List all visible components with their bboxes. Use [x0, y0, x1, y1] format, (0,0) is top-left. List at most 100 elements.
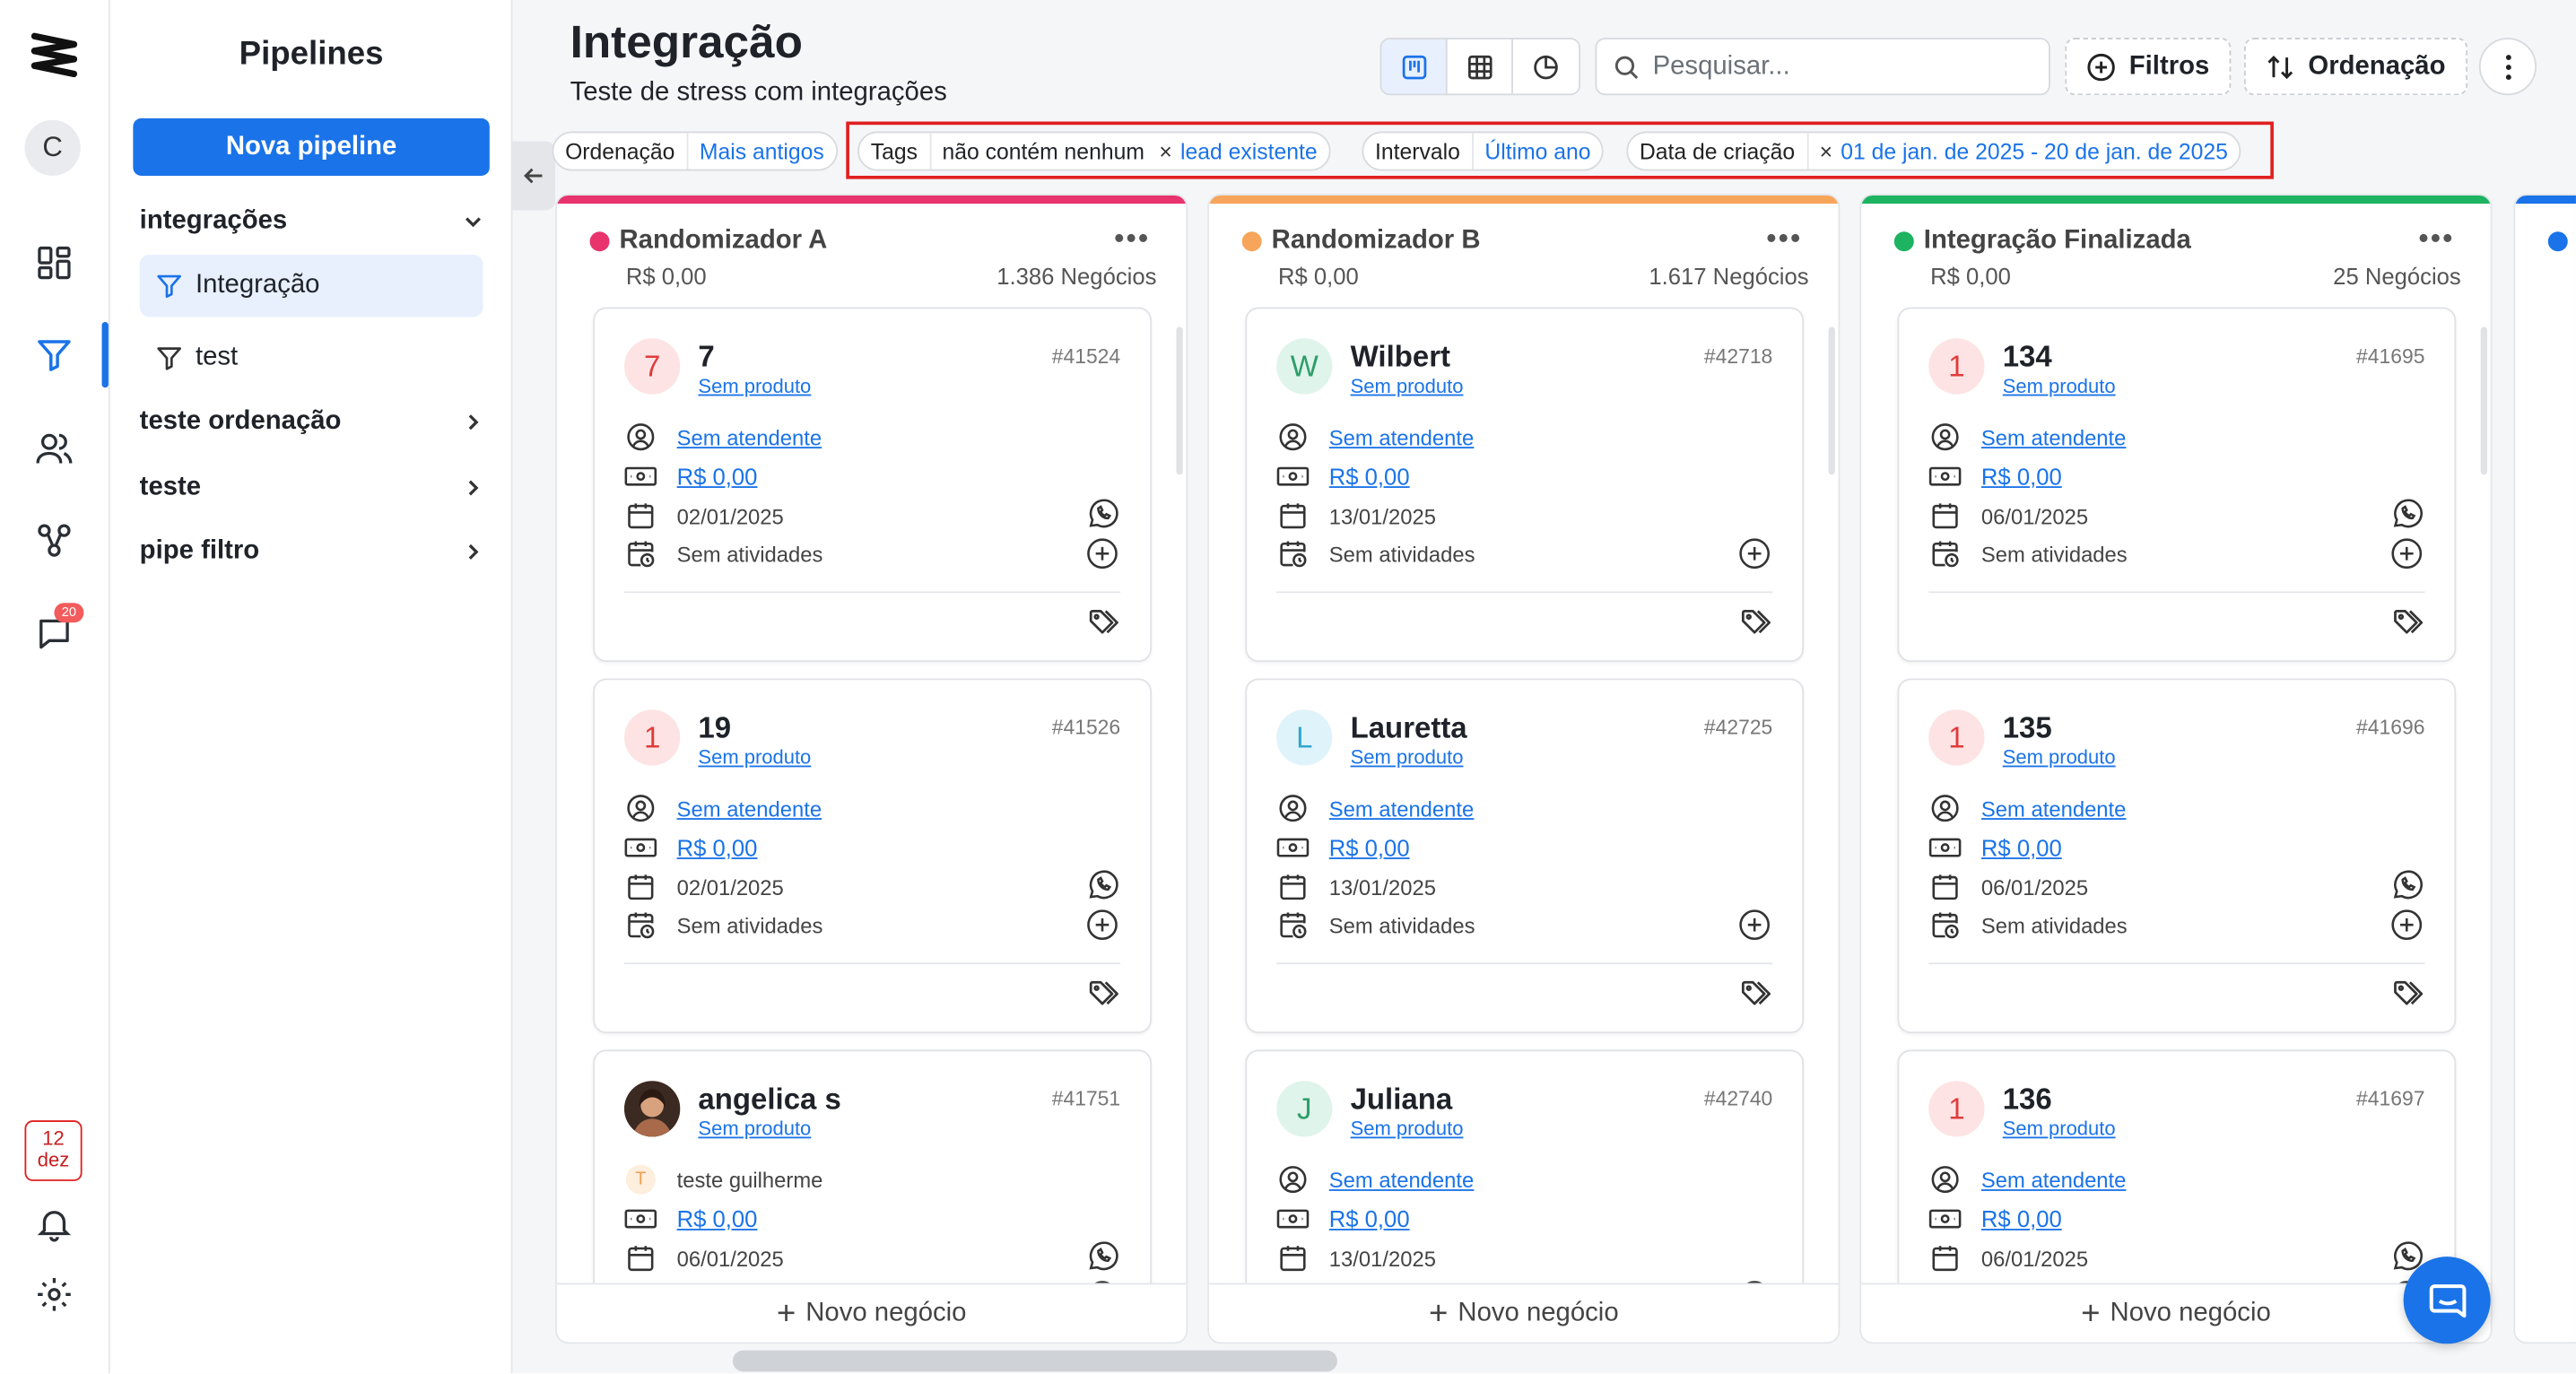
new-deal-label: Novo negócio: [805, 1298, 967, 1327]
tags-icon[interactable]: [2392, 608, 2428, 646]
deal-value-link[interactable]: R$ 0,00: [1981, 1205, 2062, 1231]
deal-agent-link[interactable]: Sem atendente: [1329, 424, 1475, 448]
deal-product-link[interactable]: Sem produto: [698, 375, 811, 398]
deal-agent-link[interactable]: Sem atendente: [1981, 796, 2127, 820]
deal-product-link[interactable]: Sem produto: [698, 746, 811, 770]
search-input[interactable]: [1652, 51, 2031, 82]
column-menu-icon[interactable]: •••: [1766, 223, 1802, 253]
column-menu-icon[interactable]: •••: [1114, 223, 1150, 253]
collapse-sidebar-button[interactable]: [512, 141, 556, 211]
deal-agent-link[interactable]: Sem atendente: [1329, 796, 1475, 820]
tags-icon[interactable]: [2392, 979, 2428, 1017]
deal-product-link[interactable]: Sem produto: [698, 1117, 811, 1140]
new-deal-button[interactable]: + Novo negócio: [1861, 1283, 2491, 1343]
horizontal-scrollbar[interactable]: [732, 1350, 1337, 1372]
deal-value-link[interactable]: R$ 0,00: [677, 464, 758, 490]
whatsapp-icon[interactable]: [1084, 1239, 1120, 1274]
deal-card[interactable]: 7 7 Sem produto #41524 Sem atendente R$ 0,00 0…: [593, 307, 1152, 663]
deal-product-link[interactable]: Sem produto: [2003, 1117, 2116, 1140]
deal-agent-link[interactable]: Sem atendente: [677, 424, 822, 448]
group-integracoes[interactable]: integrações: [140, 202, 485, 241]
deal-value-link[interactable]: R$ 0,00: [1981, 464, 2062, 490]
deal-value-link[interactable]: R$ 0,00: [1329, 1205, 1410, 1231]
whatsapp-icon[interactable]: [2389, 867, 2424, 903]
add-activity-icon[interactable]: [1084, 907, 1120, 943]
card-divider: [1276, 591, 1773, 594]
deal-product-link[interactable]: Sem produto: [1351, 375, 1464, 398]
deal-agent-link[interactable]: Sem atendente: [677, 796, 822, 820]
deal-value-link[interactable]: R$ 0,00: [677, 834, 758, 860]
deal-date: 06/01/2025: [1980, 503, 2089, 528]
deal-agent-link[interactable]: Sem atendente: [1981, 424, 2127, 448]
filter-chip-ordenacao[interactable]: Ordenação Mais antigos: [552, 131, 838, 171]
add-activity-icon[interactable]: [2389, 535, 2424, 571]
deal-value-link[interactable]: R$ 0,00: [1329, 464, 1410, 490]
calendar-icon: [624, 500, 657, 533]
group-pipe-filtro[interactable]: pipe filtro: [140, 532, 485, 571]
whatsapp-icon[interactable]: [2389, 496, 2424, 532]
calendar-date-badge[interactable]: 12 dez: [24, 1120, 83, 1181]
table-view-button[interactable]: [1448, 39, 1513, 94]
new-deal-button[interactable]: + Novo negócio: [556, 1283, 1187, 1343]
tags-icon[interactable]: [1740, 979, 1776, 1017]
support-chat-button[interactable]: [2403, 1257, 2491, 1344]
tags-icon[interactable]: [1088, 608, 1124, 646]
deal-card[interactable]: 1 19 Sem produto #41526 Sem atendente R$ 0,00…: [593, 678, 1152, 1034]
integrations-icon[interactable]: [30, 516, 79, 565]
new-pipeline-button[interactable]: Nova pipeline: [133, 117, 490, 176]
deal-value-link[interactable]: R$ 0,00: [1981, 834, 2062, 860]
deal-card[interactable]: 1 136 Sem produto #41697 Sem atendente R$ 0,0…: [1897, 1049, 2457, 1293]
deal-value-link[interactable]: R$ 0,00: [677, 1205, 758, 1231]
search-box[interactable]: [1595, 38, 2050, 96]
column-scrollbar[interactable]: [2480, 326, 2488, 475]
pipeline-filter-icon[interactable]: [30, 330, 79, 379]
filters-button[interactable]: Filtros: [2065, 38, 2232, 96]
deal-card[interactable]: angelica s Sem produto #41751 Tteste guilhe…: [593, 1049, 1152, 1293]
group-teste-ordenacao[interactable]: teste ordenação: [140, 403, 485, 442]
tags-icon[interactable]: [1740, 608, 1776, 646]
whatsapp-icon[interactable]: [1084, 867, 1120, 903]
deal-product-link[interactable]: Sem produto: [2003, 375, 2116, 398]
column-scrollbar[interactable]: [1176, 326, 1183, 475]
new-deal-button[interactable]: + Novo negócio: [1209, 1283, 1839, 1343]
deal-date-row: 13/01/2025: [1276, 500, 1436, 533]
group-teste[interactable]: teste: [140, 468, 485, 508]
column-header: Randomizador B ••• R$ 0,00 1.617 Negócios: [1241, 223, 1809, 289]
chart-view-button[interactable]: [1513, 39, 1579, 93]
deal-card[interactable]: L Lauretta Sem produto #42725 Sem atendente R…: [1245, 678, 1805, 1034]
deal-date-row: 13/01/2025: [1276, 871, 1436, 904]
money-icon: [624, 1203, 657, 1236]
deal-agent-link[interactable]: Sem atendente: [1981, 1167, 2127, 1191]
sidebar-item-integracao[interactable]: Integração: [139, 254, 483, 317]
whatsapp-icon[interactable]: [1084, 496, 1120, 532]
add-activity-icon[interactable]: [1736, 907, 1772, 943]
tags-icon[interactable]: [1088, 979, 1124, 1017]
deal-card[interactable]: 1 135 Sem produto #41696 Sem atendente R$ 0,0…: [1897, 678, 2457, 1034]
sort-button[interactable]: Ordenação: [2243, 38, 2467, 96]
deal-product-link[interactable]: Sem produto: [1351, 1117, 1464, 1140]
gear-icon[interactable]: [30, 1270, 79, 1319]
dashboard-icon[interactable]: [30, 239, 79, 288]
deal-avatar: 1: [624, 709, 681, 766]
deal-product-link[interactable]: Sem produto: [2003, 746, 2116, 770]
user-avatar[interactable]: C: [24, 119, 81, 176]
kanban-view-button[interactable]: [1381, 39, 1448, 94]
column-menu-icon[interactable]: •••: [2418, 223, 2454, 253]
logo-icon[interactable]: [30, 30, 79, 79]
deal-card[interactable]: 1 134 Sem produto #41695 Sem atendente R$ 0,0…: [1897, 307, 2457, 663]
deal-card[interactable]: J Juliana Sem produto #42740 Sem atendente R$…: [1245, 1049, 1805, 1293]
bell-icon[interactable]: [30, 1199, 79, 1248]
add-activity-icon[interactable]: [1084, 535, 1120, 571]
deal-agent-link[interactable]: Sem atendente: [1329, 1167, 1475, 1191]
contacts-icon[interactable]: [30, 424, 79, 474]
more-options-button[interactable]: [2478, 38, 2537, 96]
sidebar-item-test[interactable]: test: [140, 326, 483, 389]
add-activity-icon[interactable]: [2389, 907, 2424, 943]
add-activity-icon[interactable]: [1736, 535, 1772, 571]
deal-activities: Sem atividades: [1980, 912, 2128, 937]
deal-card[interactable]: W Wilbert Sem produto #42718 Sem atendente R$…: [1245, 307, 1805, 663]
deal-value-link[interactable]: R$ 0,00: [1329, 834, 1410, 860]
column-scrollbar[interactable]: [1828, 326, 1835, 475]
column-color-bar: [1209, 195, 1839, 204]
deal-product-link[interactable]: Sem produto: [1351, 746, 1464, 770]
